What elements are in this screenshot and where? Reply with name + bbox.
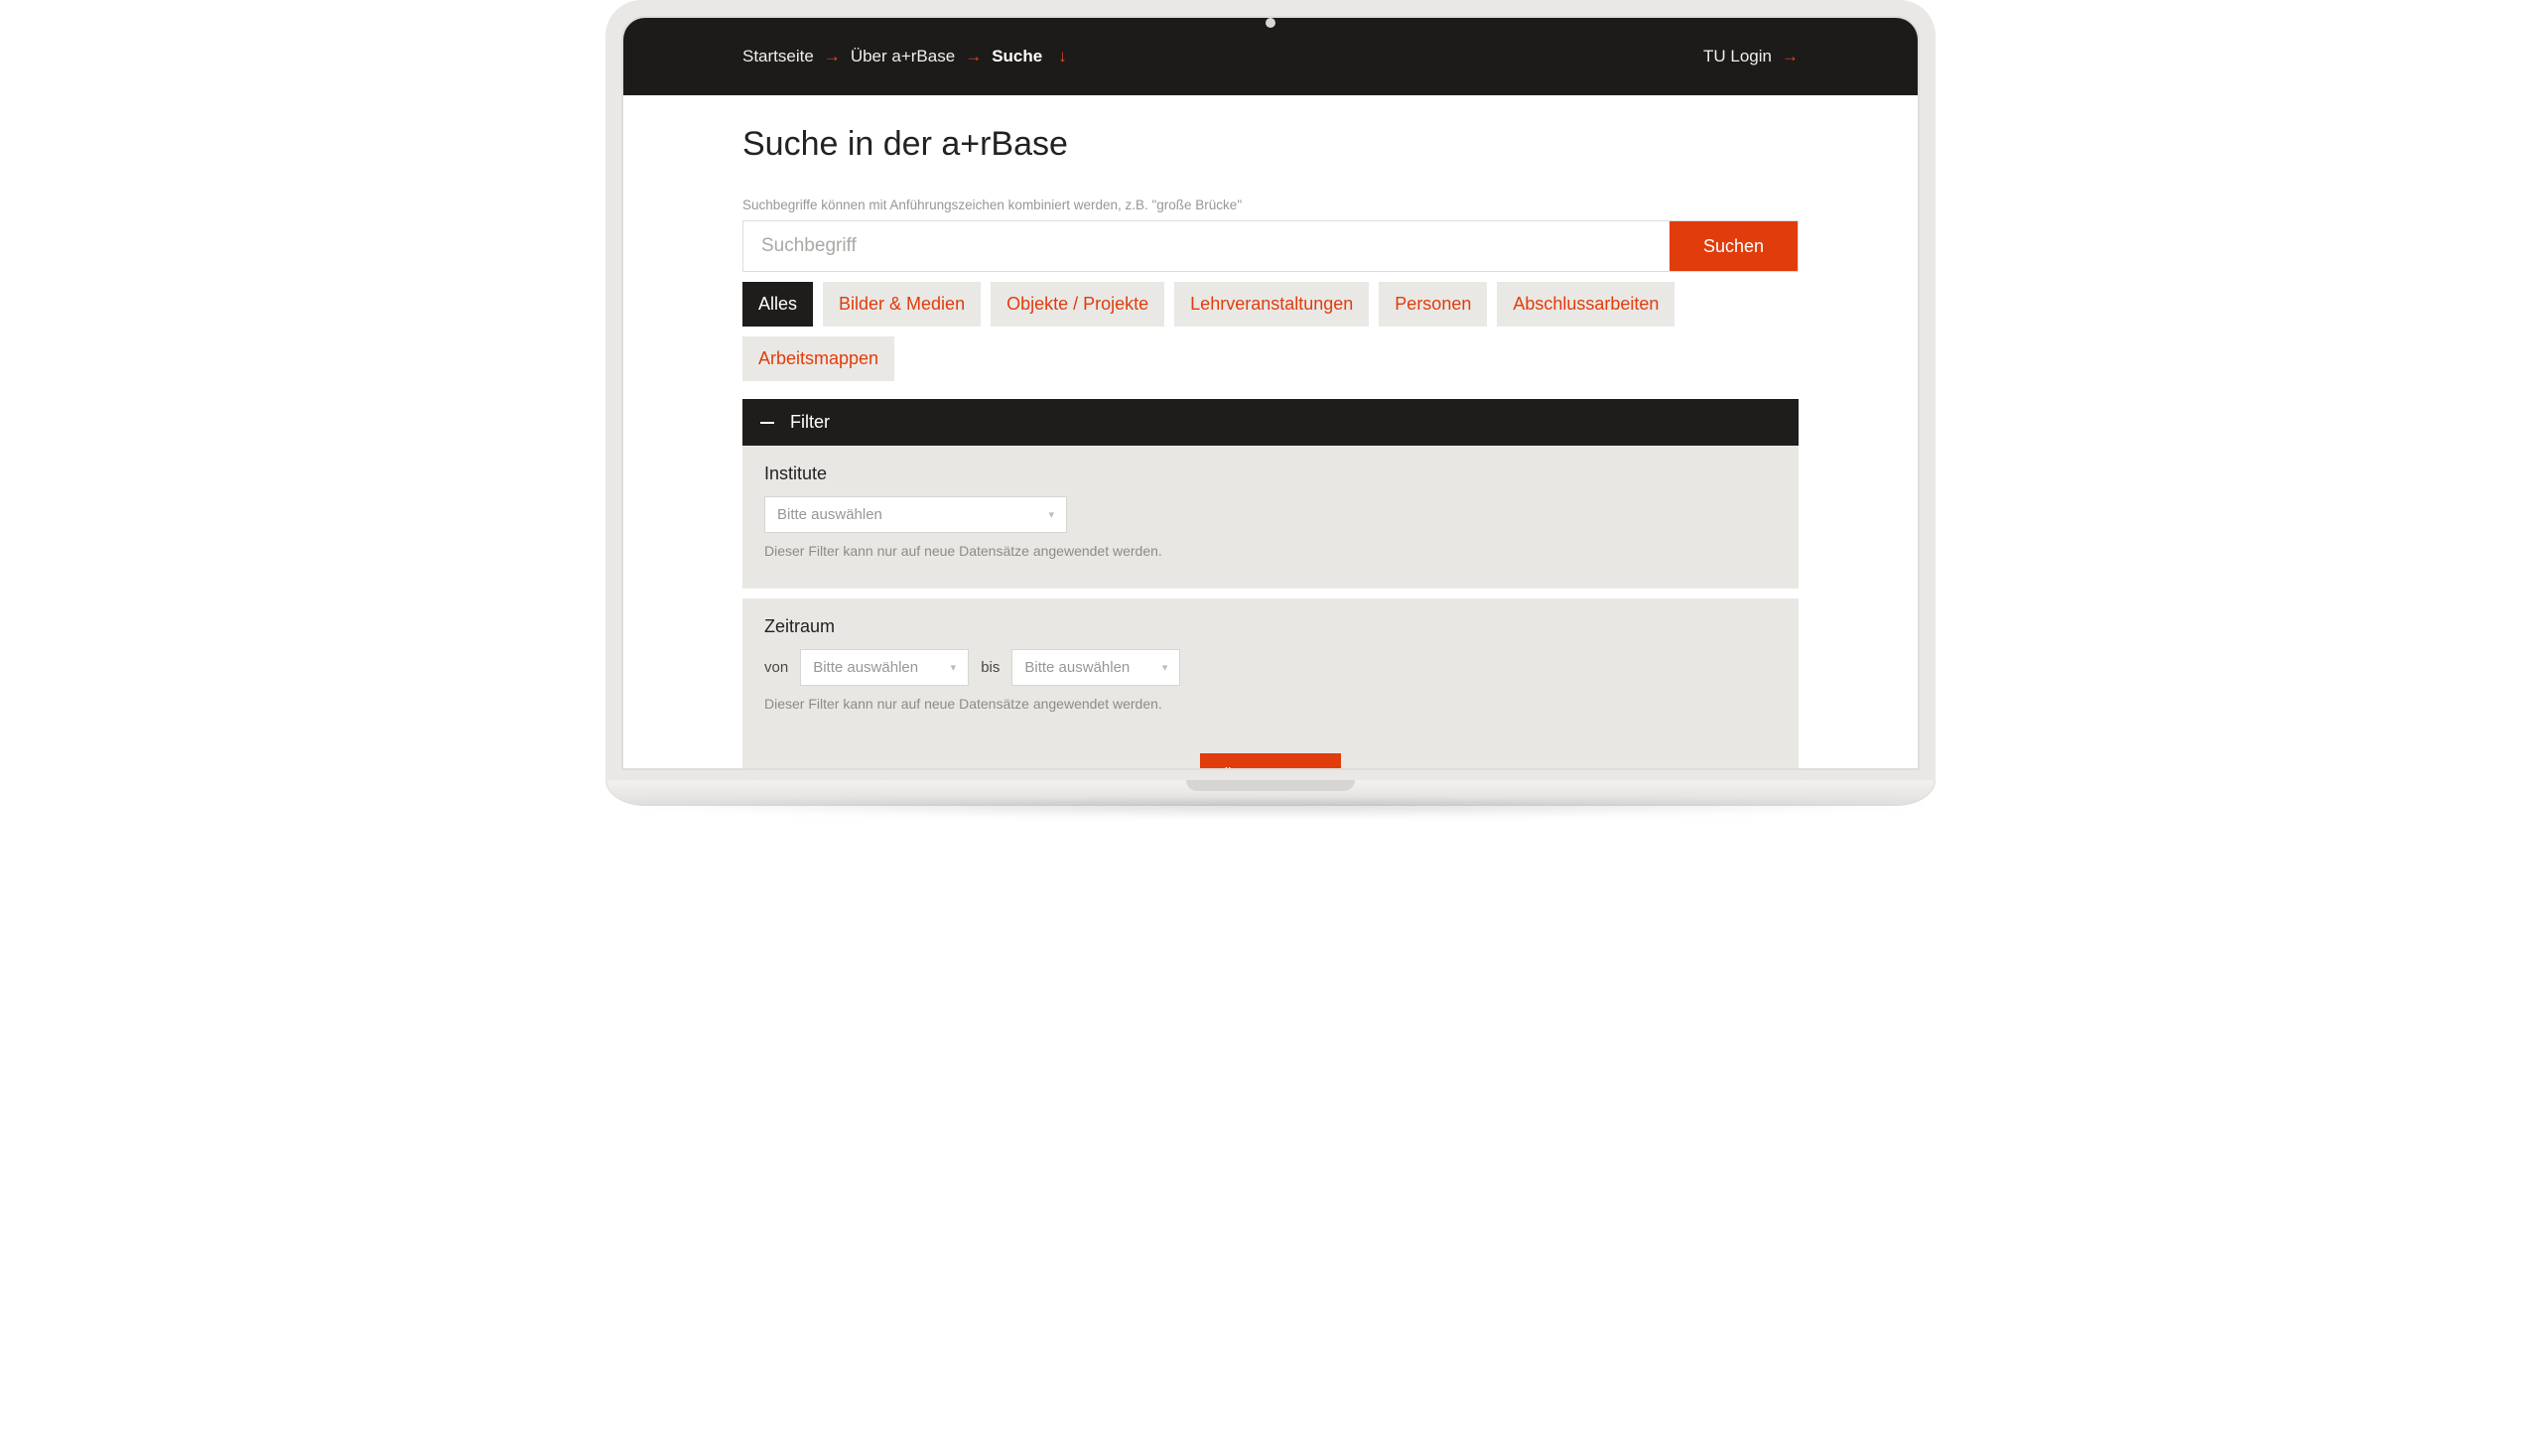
crumb-startseite[interactable]: Startseite xyxy=(742,47,814,66)
search-input[interactable] xyxy=(743,221,1670,271)
device-shadow xyxy=(586,802,1955,818)
period-from-select[interactable]: Bitte auswählen ▾ xyxy=(800,649,969,686)
filter-period-label: Zeitraum xyxy=(764,616,1777,637)
breadcrumbs: Startseite → Über a+rBase → Suche ↓ xyxy=(742,47,1067,66)
crumb-suche[interactable]: Suche xyxy=(992,47,1042,66)
institute-select-value: Bitte auswählen xyxy=(777,506,882,523)
search-row: Suchen xyxy=(742,220,1799,272)
filter-actions: Übernehmen Zurücksetzen xyxy=(742,741,1799,770)
institute-select[interactable]: Bitte auswählen ▾ xyxy=(764,496,1067,533)
reset-link[interactable]: Zurücksetzen xyxy=(1675,766,1777,770)
arrow-right-icon: → xyxy=(824,47,841,66)
period-to-select[interactable]: Bitte auswählen ▾ xyxy=(1011,649,1180,686)
arrow-right-icon: → xyxy=(965,47,982,66)
tab-lehrveranstaltungen[interactable]: Lehrveranstaltungen xyxy=(1174,282,1369,327)
tab-abschlussarbeiten[interactable]: Abschlussarbeiten xyxy=(1497,282,1674,327)
chevron-down-icon: ▾ xyxy=(1048,508,1054,521)
period-range-row: von Bitte auswählen ▾ bis Bitte auswähle… xyxy=(764,649,1777,686)
filter-heading-label: Filter xyxy=(790,412,830,433)
filter-period: Zeitraum von Bitte auswählen ▾ bis Bitte… xyxy=(742,598,1799,741)
apply-button[interactable]: Übernehmen xyxy=(1200,753,1341,770)
login-area: TU Login → xyxy=(1703,47,1799,66)
tab-alles[interactable]: Alles xyxy=(742,282,813,327)
page-title: Suche in der a+rBase xyxy=(742,125,1799,164)
content: Suche in der a+rBase Suchbegriffe können… xyxy=(623,95,1918,770)
device-camera xyxy=(1266,18,1275,28)
filter-institute-label: Institute xyxy=(764,463,1777,484)
chevron-down-icon: ▾ xyxy=(951,661,957,674)
arrow-right-icon: → xyxy=(1782,47,1799,66)
period-to-label: bis xyxy=(981,659,1000,676)
topbar: Startseite → Über a+rBase → Suche ↓ TU L… xyxy=(623,18,1918,95)
tab-personen[interactable]: Personen xyxy=(1379,282,1487,327)
search-button[interactable]: Suchen xyxy=(1670,221,1798,271)
tab-bilder-medien[interactable]: Bilder & Medien xyxy=(823,282,981,327)
period-from-value: Bitte auswählen xyxy=(813,659,918,676)
chevron-down-icon: ▾ xyxy=(1162,661,1168,674)
collapse-icon xyxy=(760,422,774,424)
tab-objekte-projekte[interactable]: Objekte / Projekte xyxy=(991,282,1164,327)
period-to-value: Bitte auswählen xyxy=(1024,659,1130,676)
arrow-down-icon: ↓ xyxy=(1052,47,1067,66)
crumb-ueber[interactable]: Über a+rBase xyxy=(851,47,955,66)
period-from-label: von xyxy=(764,659,788,676)
filter-header[interactable]: Filter xyxy=(742,399,1799,446)
search-hint: Suchbegriffe können mit Anführungszeiche… xyxy=(742,198,1799,212)
filter-separator xyxy=(742,589,1799,598)
filter-body: Institute Bitte auswählen ▾ Dieser Filte… xyxy=(742,446,1799,770)
login-link[interactable]: TU Login xyxy=(1703,47,1772,66)
tabs: Alles Bilder & Medien Objekte / Projekte… xyxy=(742,282,1799,381)
filter-institute: Institute Bitte auswählen ▾ Dieser Filte… xyxy=(742,446,1799,589)
tab-arbeitsmappen[interactable]: Arbeitsmappen xyxy=(742,336,894,381)
institute-note: Dieser Filter kann nur auf neue Datensät… xyxy=(764,543,1777,559)
period-note: Dieser Filter kann nur auf neue Datensät… xyxy=(764,696,1777,712)
